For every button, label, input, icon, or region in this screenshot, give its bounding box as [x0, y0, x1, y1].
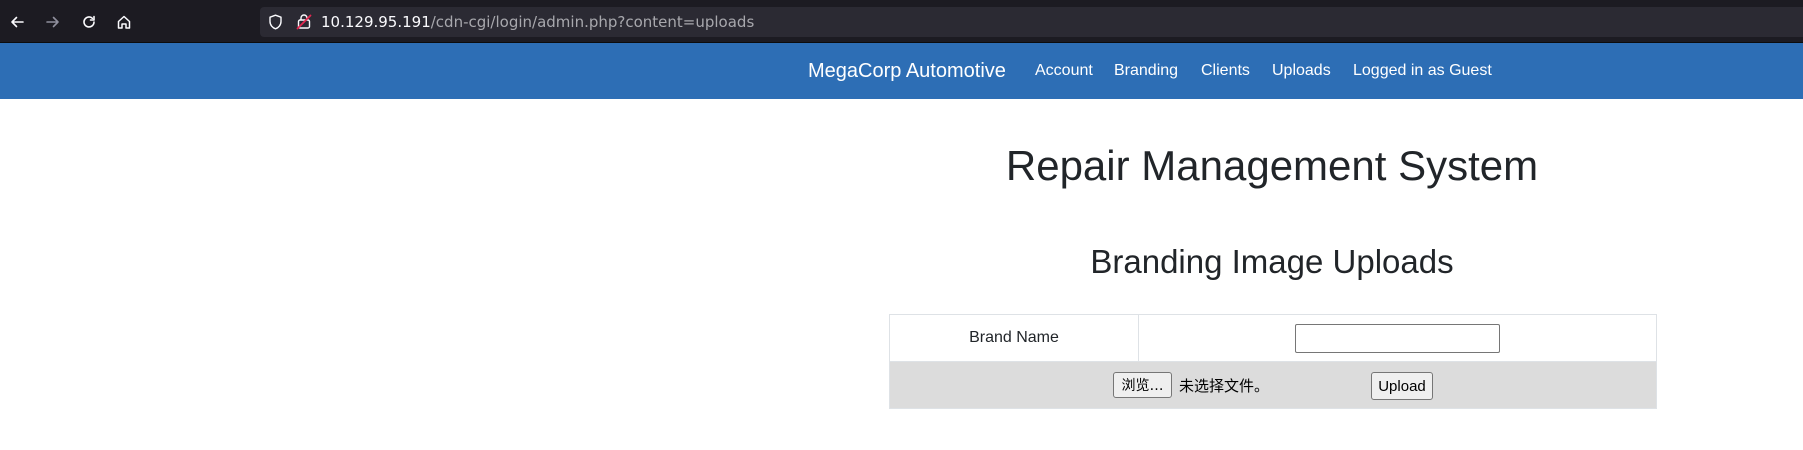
- nav-link-logged-in-user[interactable]: Logged in as Guest: [1353, 62, 1492, 80]
- brand-name-row: Brand Name: [890, 315, 1656, 361]
- site-navbar: MegaCorp Automotive Account Branding Cli…: [0, 43, 1803, 99]
- nav-link-clients[interactable]: Clients: [1201, 62, 1250, 80]
- nav-link-uploads[interactable]: Uploads: [1272, 62, 1331, 80]
- url-text[interactable]: 10.129.95.191/cdn-cgi/login/admin.php?co…: [321, 13, 754, 31]
- nav-link-branding[interactable]: Branding: [1114, 62, 1178, 80]
- nav-link-account[interactable]: Account: [1035, 62, 1093, 80]
- file-upload-row: 浏览… 未选择文件。 Upload: [890, 361, 1656, 408]
- url-host: 10.129.95.191: [321, 13, 431, 31]
- upload-button[interactable]: Upload: [1371, 372, 1433, 400]
- browser-toolbar: 10.129.95.191/cdn-cgi/login/admin.php?co…: [0, 0, 1803, 43]
- insecure-lock-icon[interactable]: [296, 13, 312, 35]
- home-icon[interactable]: [113, 11, 135, 33]
- section-title: Branding Image Uploads: [1090, 243, 1454, 280]
- browse-file-button[interactable]: 浏览…: [1113, 372, 1172, 398]
- navbar-brand[interactable]: MegaCorp Automotive: [808, 60, 1006, 83]
- reload-icon[interactable]: [78, 11, 100, 33]
- file-status-text: 未选择文件。: [1179, 377, 1270, 395]
- page-title: Repair Management System: [1005, 142, 1539, 189]
- url-path: /cdn-cgi/login/admin.php?content=uploads: [430, 13, 755, 31]
- shield-icon[interactable]: [268, 14, 283, 35]
- back-arrow-icon[interactable]: [6, 11, 28, 33]
- upload-form-table: Brand Name 浏览… 未选择文件。 Upload: [889, 314, 1657, 409]
- brand-name-input[interactable]: [1295, 324, 1500, 353]
- forward-arrow-icon[interactable]: [42, 11, 64, 33]
- brand-name-label: Brand Name: [890, 315, 1139, 361]
